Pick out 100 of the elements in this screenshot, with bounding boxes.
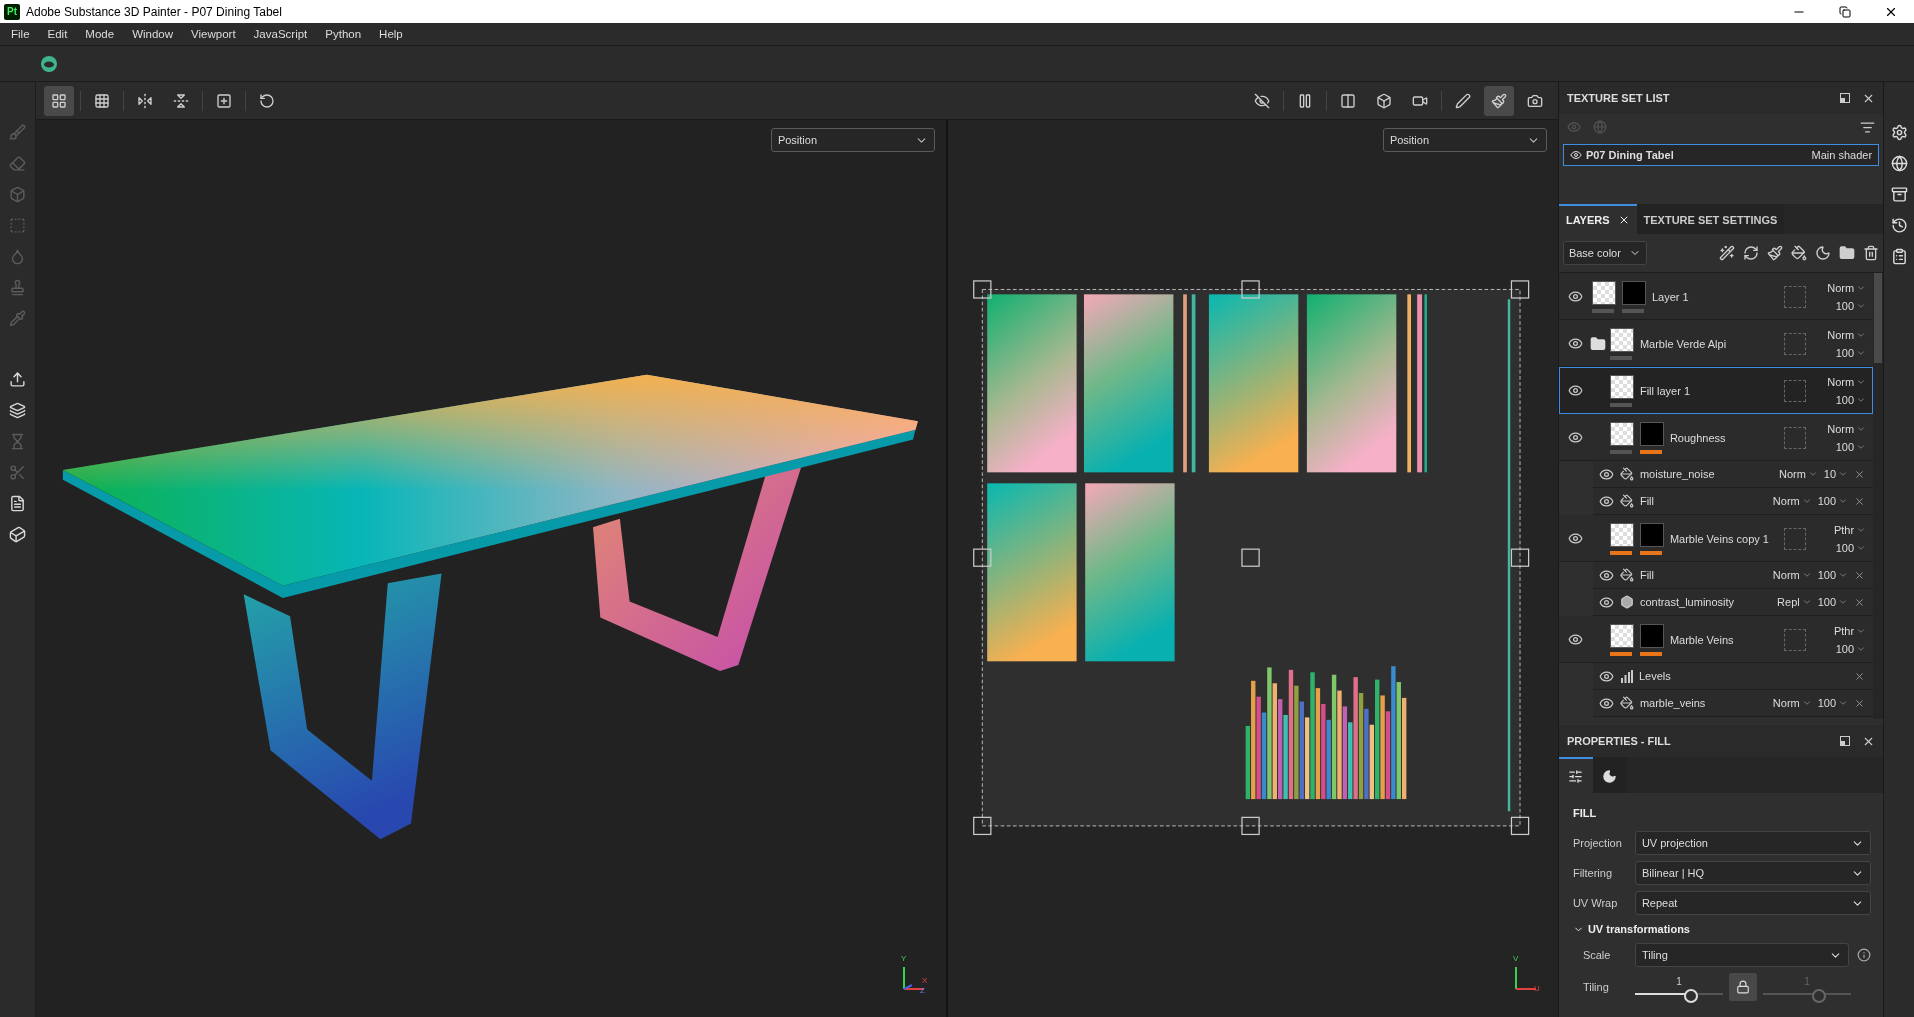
blend-dropdown[interactable]: Norm [1827,375,1867,388]
eye-icon[interactable] [1568,336,1584,351]
menu-item[interactable]: File [2,26,39,42]
info-icon[interactable] [1857,948,1872,962]
blend-dropdown[interactable]: 100 [1835,642,1867,655]
mask-slot[interactable] [1784,628,1807,651]
menu-item[interactable]: Edit [38,26,77,42]
panel-tab[interactable]: LAYERS [1558,204,1637,234]
menu-item[interactable]: Window [123,26,183,42]
float-icon[interactable] [1840,93,1851,103]
layer-row[interactable]: Layer 1 Norm 100 [1558,273,1874,320]
mask-slot[interactable] [1784,426,1807,449]
blend-dropdown[interactable]: 100 [1835,346,1867,359]
channel-dropdown[interactable]: Base color [1562,241,1647,265]
blend-dropdown[interactable]: 100 [1817,596,1849,608]
group-header[interactable]: UV transformations [1572,921,1872,937]
toolbar-button[interactable] [1483,85,1514,116]
eye-icon[interactable] [1568,531,1584,546]
float-icon[interactable] [1840,736,1851,746]
settings-icon[interactable] [1890,124,1908,141]
blend-dropdown[interactable]: Repl [1777,596,1812,608]
eye-icon[interactable] [1569,149,1582,161]
wand-icon[interactable] [1719,245,1736,261]
blend-dropdown[interactable]: 100 [1817,495,1849,507]
eye-icon[interactable] [1568,383,1584,398]
lock-button[interactable] [1729,973,1757,1001]
folder-icon[interactable] [1839,245,1856,261]
eye-icon[interactable] [1598,466,1614,482]
paintbrush-icon[interactable] [1767,245,1784,261]
mask-thumbnail [1639,421,1664,446]
blend-dropdown[interactable]: 100 [1817,697,1849,709]
toolbar-button[interactable] [43,85,74,116]
layer-row[interactable]: Fill layer 1 Norm 100 [1558,367,1874,414]
menu-item[interactable]: Mode [76,26,124,42]
field-label: Tiling [1582,981,1610,993]
panel-tab[interactable] [1558,757,1593,793]
blend-dropdown[interactable]: Norm [1778,468,1818,480]
dropdown[interactable]: UV projection [1634,831,1872,855]
clipboard-icon[interactable] [1890,248,1908,265]
paint-bucket-icon[interactable] [1791,245,1808,261]
mask-slot[interactable] [1784,285,1807,308]
scrollbar-thumb[interactable] [1874,273,1883,363]
eye-icon[interactable] [1568,430,1584,445]
layer-row[interactable]: Marble Veins copy 1 Pthr 100 [1558,515,1874,562]
blend-dropdown[interactable]: Norm [1827,422,1867,435]
effect-row[interactable]: Fill Norm 100 [1592,488,1874,515]
blend-dropdown[interactable]: Norm [1827,328,1867,341]
blend-dropdown[interactable]: 100 [1835,393,1867,406]
effect-row[interactable]: marble_veins Norm 100 [1592,690,1874,717]
filter-list-icon[interactable] [1860,119,1876,135]
blend-dropdown[interactable]: 10 [1823,468,1849,480]
layer-row[interactable]: Marble Verde Alpi Norm 100 [1558,320,1874,367]
eye-icon[interactable] [1598,668,1614,684]
mask-slot[interactable] [1784,379,1807,402]
eye-icon[interactable] [1568,632,1584,647]
effect-row[interactable]: contrast_luminosity Repl 100 [1592,589,1874,616]
dropdown[interactable]: Tiling [1634,943,1850,967]
restore-icon[interactable] [1839,5,1851,18]
dropdown[interactable]: Repeat [1634,891,1872,915]
blend-dropdown[interactable]: 100 [1835,299,1867,312]
eye-icon[interactable] [1598,493,1614,509]
eye-icon[interactable] [1598,567,1614,583]
archive-icon[interactable] [1890,186,1908,203]
layer-row[interactable]: Marble Veins Pthr 100 [1558,616,1874,663]
blend-dropdown[interactable]: Norm [1772,495,1812,507]
layers-icon[interactable] [8,402,26,419]
eye-icon[interactable] [1598,695,1614,711]
eye-icon[interactable] [1598,594,1614,610]
blend-dropdown[interactable]: 100 [1835,440,1867,453]
blend-dropdown[interactable]: Norm [1827,281,1867,294]
panel-tab[interactable] [1592,757,1627,793]
blend-dropdown[interactable]: Norm [1772,697,1812,709]
eye-icon[interactable] [1568,289,1584,304]
menu-item[interactable]: JavaScript [244,26,317,42]
history-icon[interactable] [1890,217,1908,234]
box-icon[interactable] [8,526,26,543]
effect-row[interactable]: Fill Norm 100 [1592,562,1874,589]
effect-row[interactable]: Levels [1592,663,1874,690]
dropdown[interactable]: Bilinear | HQ [1634,861,1872,885]
effect-row[interactable]: moisture_noise Norm 10 [1592,461,1874,488]
document-icon[interactable] [8,495,26,512]
menu-item[interactable]: Help [370,26,412,42]
menu-item[interactable]: Viewport [182,26,245,42]
upload-icon[interactable] [8,371,26,388]
blend-dropdown[interactable]: 100 [1817,569,1849,581]
menu-item[interactable]: Python [316,26,371,42]
blend-dropdown[interactable]: Pthr [1833,523,1867,536]
texture-set-item[interactable]: P07 Dining Tabel Main shader [1562,144,1880,166]
refresh-icon[interactable] [1743,245,1760,261]
layer-row[interactable]: Roughness Norm 100 [1558,414,1874,461]
blend-dropdown[interactable]: Norm [1772,569,1812,581]
trash-icon[interactable] [1863,245,1880,261]
mask-thumbnail [1621,280,1646,305]
blend-dropdown[interactable]: 100 [1835,541,1867,554]
channel-dropdown[interactable]: Position [1382,128,1547,152]
mask-slot[interactable] [1784,527,1807,550]
moon-icon[interactable] [1815,245,1832,261]
blend-dropdown[interactable]: Pthr [1833,624,1867,637]
mask-slot[interactable] [1784,332,1807,355]
channel-dropdown[interactable]: Position [770,128,935,152]
